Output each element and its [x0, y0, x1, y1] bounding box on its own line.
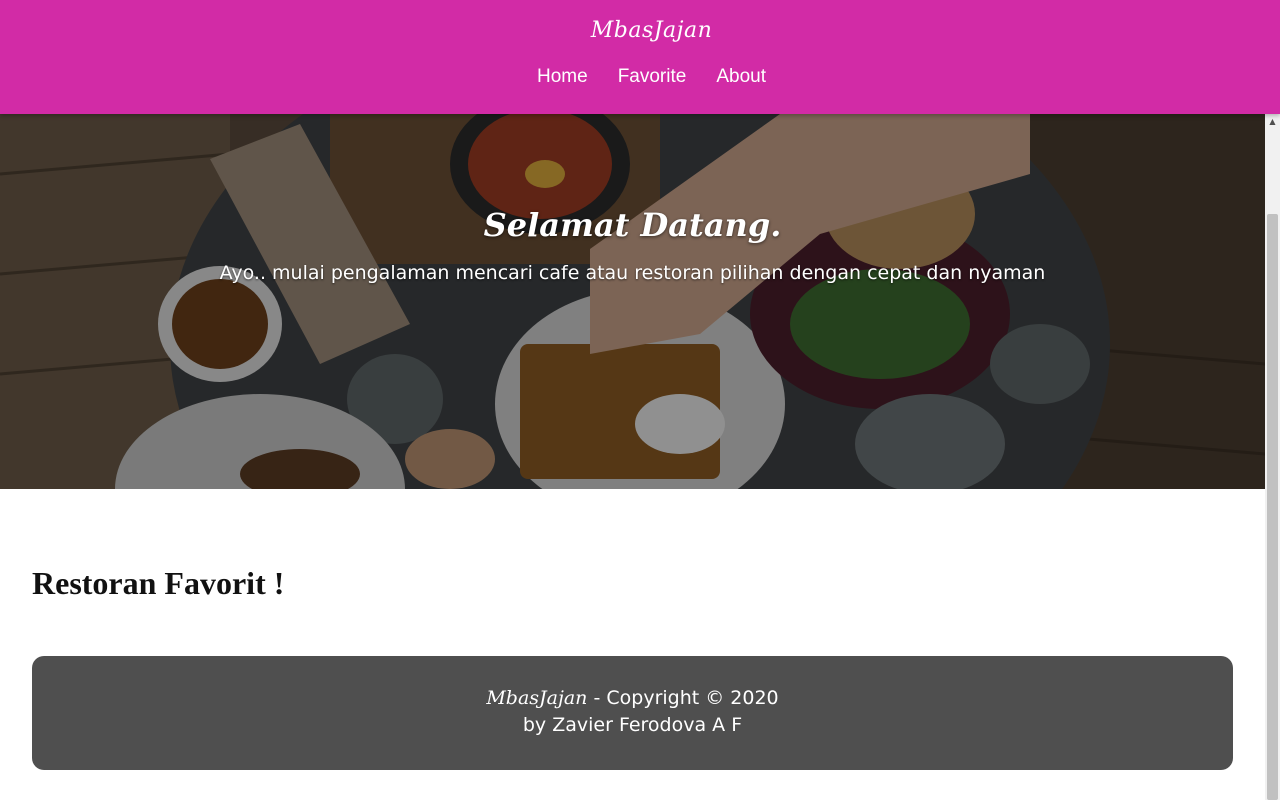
nav-link-favorite[interactable]: Favorite — [618, 66, 687, 88]
hero-title: Selamat Datang. — [483, 206, 782, 244]
scroll-up-arrow-icon[interactable]: ▲ — [1265, 114, 1280, 128]
footer: MbasJajan - Copyright © 2020 by Zavier F… — [32, 656, 1233, 770]
section-title: Restoran Favorit ! — [32, 565, 285, 601]
hero-banner: Selamat Datang. Ayo.. mulai pengalaman m… — [0, 114, 1265, 489]
scrollbar-thumb[interactable] — [1267, 214, 1278, 800]
brand-logo[interactable]: MbasJajan — [0, 18, 1280, 43]
main-nav: Home Favorite About — [0, 66, 1280, 88]
page: MbasJajan Home Favorite About Selamat Da… — [0, 0, 1280, 800]
footer-brand: MbasJajan — [486, 687, 588, 709]
footer-author: by Zavier Ferodova A F — [522, 714, 743, 736]
footer-copyright-line: MbasJajan - Copyright © 2020 — [32, 687, 1233, 709]
page-scrollbar[interactable]: ▲ — [1265, 114, 1280, 800]
hero-background-image — [0, 114, 1265, 489]
footer-copyright: - Copyright © 2020 — [587, 687, 779, 709]
nav-link-about[interactable]: About — [716, 66, 766, 88]
hero-tagline: Ayo.. mulai pengalaman mencari cafe atau… — [219, 262, 1046, 284]
app-header: MbasJajan Home Favorite About — [0, 0, 1280, 114]
nav-link-home[interactable]: Home — [537, 66, 588, 88]
